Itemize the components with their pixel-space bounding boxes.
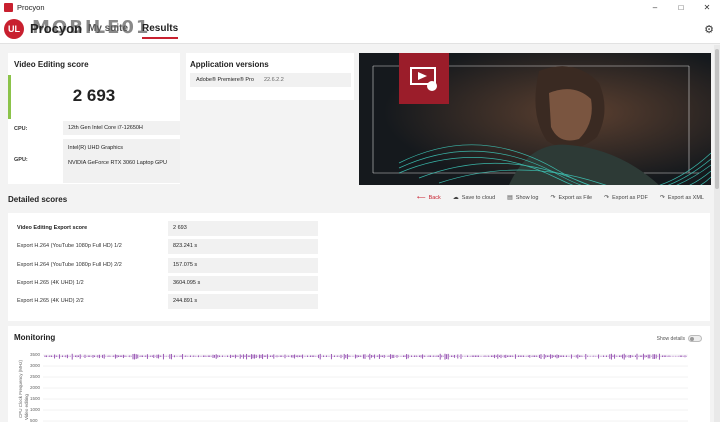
- y-tick-label: 1000: [30, 407, 41, 412]
- hero-badge: [399, 53, 449, 104]
- main-nav: My suite Results: [88, 23, 179, 39]
- export-icon: ↷: [604, 195, 610, 201]
- score-card: Video Editing score 2 693 CPU: 12th Gen …: [8, 53, 180, 184]
- hero-image: [359, 53, 711, 185]
- application-versions-card: Application versions Adobe® Premiere® Pr…: [186, 53, 354, 100]
- cpu-value: 12th Gen Intel Core i7-12650H: [63, 121, 180, 135]
- y-tick-label: 2500: [30, 374, 41, 379]
- detailed-scores-title: Detailed scores: [8, 195, 68, 204]
- app-name: Adobe® Premiere® Pro: [196, 77, 254, 83]
- monitoring-panel: Monitoring Show details CPU Clock Freque…: [8, 326, 710, 422]
- minimize-icon[interactable]: –: [642, 0, 668, 14]
- table-row: Export H.265 (4K UHD) 1/2 3604.095 s: [8, 275, 710, 292]
- document-icon: ▤: [507, 195, 513, 201]
- tab-results[interactable]: Results: [142, 23, 179, 39]
- gpu-label: GPU:: [14, 157, 28, 163]
- cloud-icon: ☁: [452, 195, 459, 201]
- window-titlebar: Procyon – □ ✕: [0, 0, 720, 14]
- row-value: 3604.095 s: [168, 276, 318, 291]
- table-row: Export H.264 (YouTube 1080p Full HD) 2/2…: [8, 257, 710, 274]
- row-value: 823.241 s: [168, 239, 318, 254]
- y-tick-label: 1500: [30, 396, 41, 401]
- monitoring-title: Monitoring: [14, 333, 56, 342]
- row-label: Export H.264 (YouTube 1080p Full HD) 2/2: [17, 262, 122, 268]
- row-label: Export H.264 (YouTube 1080p Full HD) 1/2: [17, 243, 122, 249]
- table-row: Export H.264 (YouTube 1080p Full HD) 1/2…: [8, 238, 710, 255]
- y-axis-label: CPU Clock Frequency (MHz): [18, 359, 23, 418]
- row-value: 157.075 s: [168, 258, 318, 273]
- overall-score: 2 693: [72, 86, 116, 105]
- y-tick-label: 2000: [30, 385, 41, 390]
- gpu-value-1: Intel(R) UHD Graphics: [68, 145, 124, 151]
- show-details-toggle[interactable]: Show details: [657, 335, 702, 342]
- window-title: Procyon: [17, 2, 45, 12]
- scrollbar-thumb[interactable]: [715, 49, 719, 189]
- export-icon: ↷: [659, 195, 665, 201]
- cpu-frequency-chart: [43, 353, 688, 422]
- app-icon: [4, 2, 13, 12]
- export-pdf-button[interactable]: ↷ Export as PDF: [604, 194, 648, 201]
- y-tick-label: 500: [30, 418, 38, 422]
- table-row: Video Editing Export score 2 693: [8, 220, 710, 237]
- version-row: Adobe® Premiere® Pro 22.6.2.2: [190, 73, 351, 87]
- scrollbar[interactable]: [714, 45, 720, 422]
- save-to-cloud-button[interactable]: ☁ Save to cloud: [453, 194, 495, 201]
- y-tick-label: 3000: [30, 363, 41, 368]
- arrow-left-icon: ⟵: [416, 195, 426, 201]
- row-label: Video Editing Export score: [17, 225, 88, 231]
- gear-icon[interactable]: ⚙: [704, 23, 714, 36]
- export-xml-button[interactable]: ↷ Export as XML: [660, 194, 704, 201]
- gpu-value-2: NVIDIA GeForce RTX 3060 Laptop GPU: [68, 160, 167, 166]
- detailed-scores-table: Video Editing Export score 2 693 Export …: [8, 213, 710, 321]
- show-log-button[interactable]: ▤ Show log: [507, 194, 538, 201]
- cpu-label: CPU:: [14, 126, 28, 132]
- results-actions: ⟵ Back ☁ Save to cloud ▤ Show log ↷ Export a…: [417, 194, 704, 201]
- tab-my-suite[interactable]: My suite: [88, 23, 128, 39]
- row-value: 2 693: [168, 221, 318, 236]
- export-file-button[interactable]: ↷ Export as File: [550, 194, 592, 201]
- maximize-icon[interactable]: □: [668, 0, 694, 14]
- versions-title: Application versions: [190, 60, 269, 69]
- row-label: Export H.265 (4K UHD) 2/2: [17, 298, 84, 304]
- series-label: Video editing: [24, 394, 29, 420]
- close-icon[interactable]: ✕: [694, 0, 720, 14]
- back-button[interactable]: ⟵ Back: [417, 194, 441, 201]
- y-tick-label: 3500: [30, 352, 41, 357]
- row-label: Export H.265 (4K UHD) 1/2: [17, 280, 84, 286]
- toggle-switch[interactable]: [688, 335, 702, 342]
- window-controls: – □ ✕: [642, 0, 720, 14]
- app-version: 22.6.2.2: [263, 77, 284, 83]
- table-row: Export H.265 (4K UHD) 2/2 244.891 s: [8, 293, 710, 310]
- show-details-label: Show details: [656, 335, 685, 342]
- video-editing-icon: [410, 67, 437, 91]
- app-header: UL Procyon MOBILE01 My suite Results ⚙: [0, 14, 720, 44]
- score-title: Video Editing score: [14, 60, 89, 69]
- ul-logo: UL: [4, 19, 24, 39]
- export-icon: ↷: [550, 195, 556, 201]
- gpu-values: Intel(R) UHD Graphics NVIDIA GeForce RTX…: [63, 139, 180, 183]
- row-value: 244.891 s: [168, 294, 318, 309]
